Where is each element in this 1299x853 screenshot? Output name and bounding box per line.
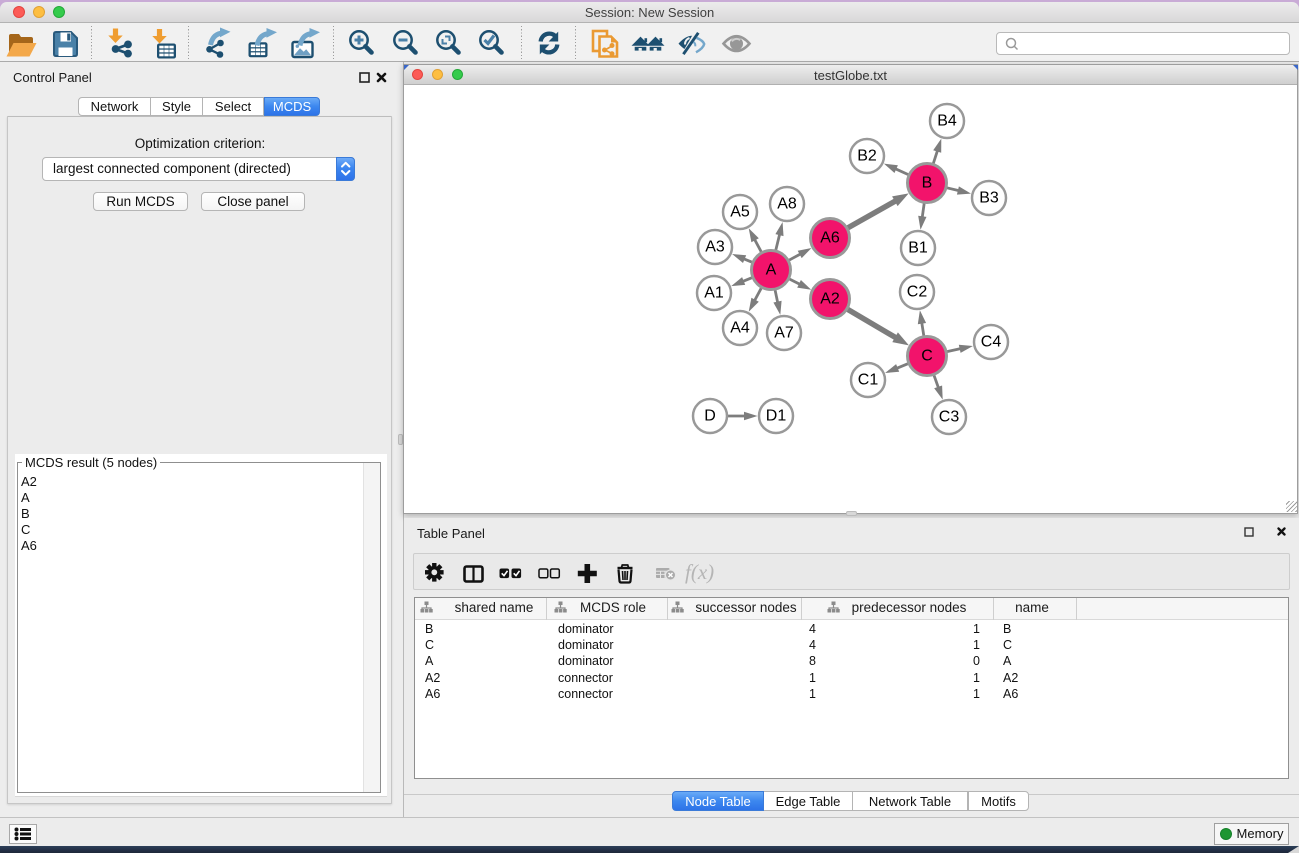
svg-text:A4: A4 xyxy=(730,320,750,337)
svg-text:B4: B4 xyxy=(937,113,957,130)
svg-text:B: B xyxy=(922,175,933,192)
svg-text:A8: A8 xyxy=(777,196,797,213)
svg-text:A5: A5 xyxy=(730,204,750,221)
svg-text:B1: B1 xyxy=(908,240,928,257)
svg-text:C: C xyxy=(921,348,933,365)
svg-text:f(x): f(x) xyxy=(685,560,714,584)
svg-text:C4: C4 xyxy=(981,334,1002,351)
svg-text:A: A xyxy=(766,262,777,279)
svg-text:B3: B3 xyxy=(979,190,999,207)
svg-text:C3: C3 xyxy=(939,409,960,426)
svg-text:C2: C2 xyxy=(907,284,928,301)
svg-text:A3: A3 xyxy=(705,239,725,256)
svg-text:C1: C1 xyxy=(858,372,879,389)
svg-text:B2: B2 xyxy=(857,148,877,165)
svg-text:A7: A7 xyxy=(774,325,794,342)
svg-text:A6: A6 xyxy=(820,230,840,247)
svg-text:D1: D1 xyxy=(766,408,787,425)
svg-text:D: D xyxy=(704,408,716,425)
svg-text:A2: A2 xyxy=(820,291,840,308)
svg-text:A1: A1 xyxy=(704,285,724,302)
